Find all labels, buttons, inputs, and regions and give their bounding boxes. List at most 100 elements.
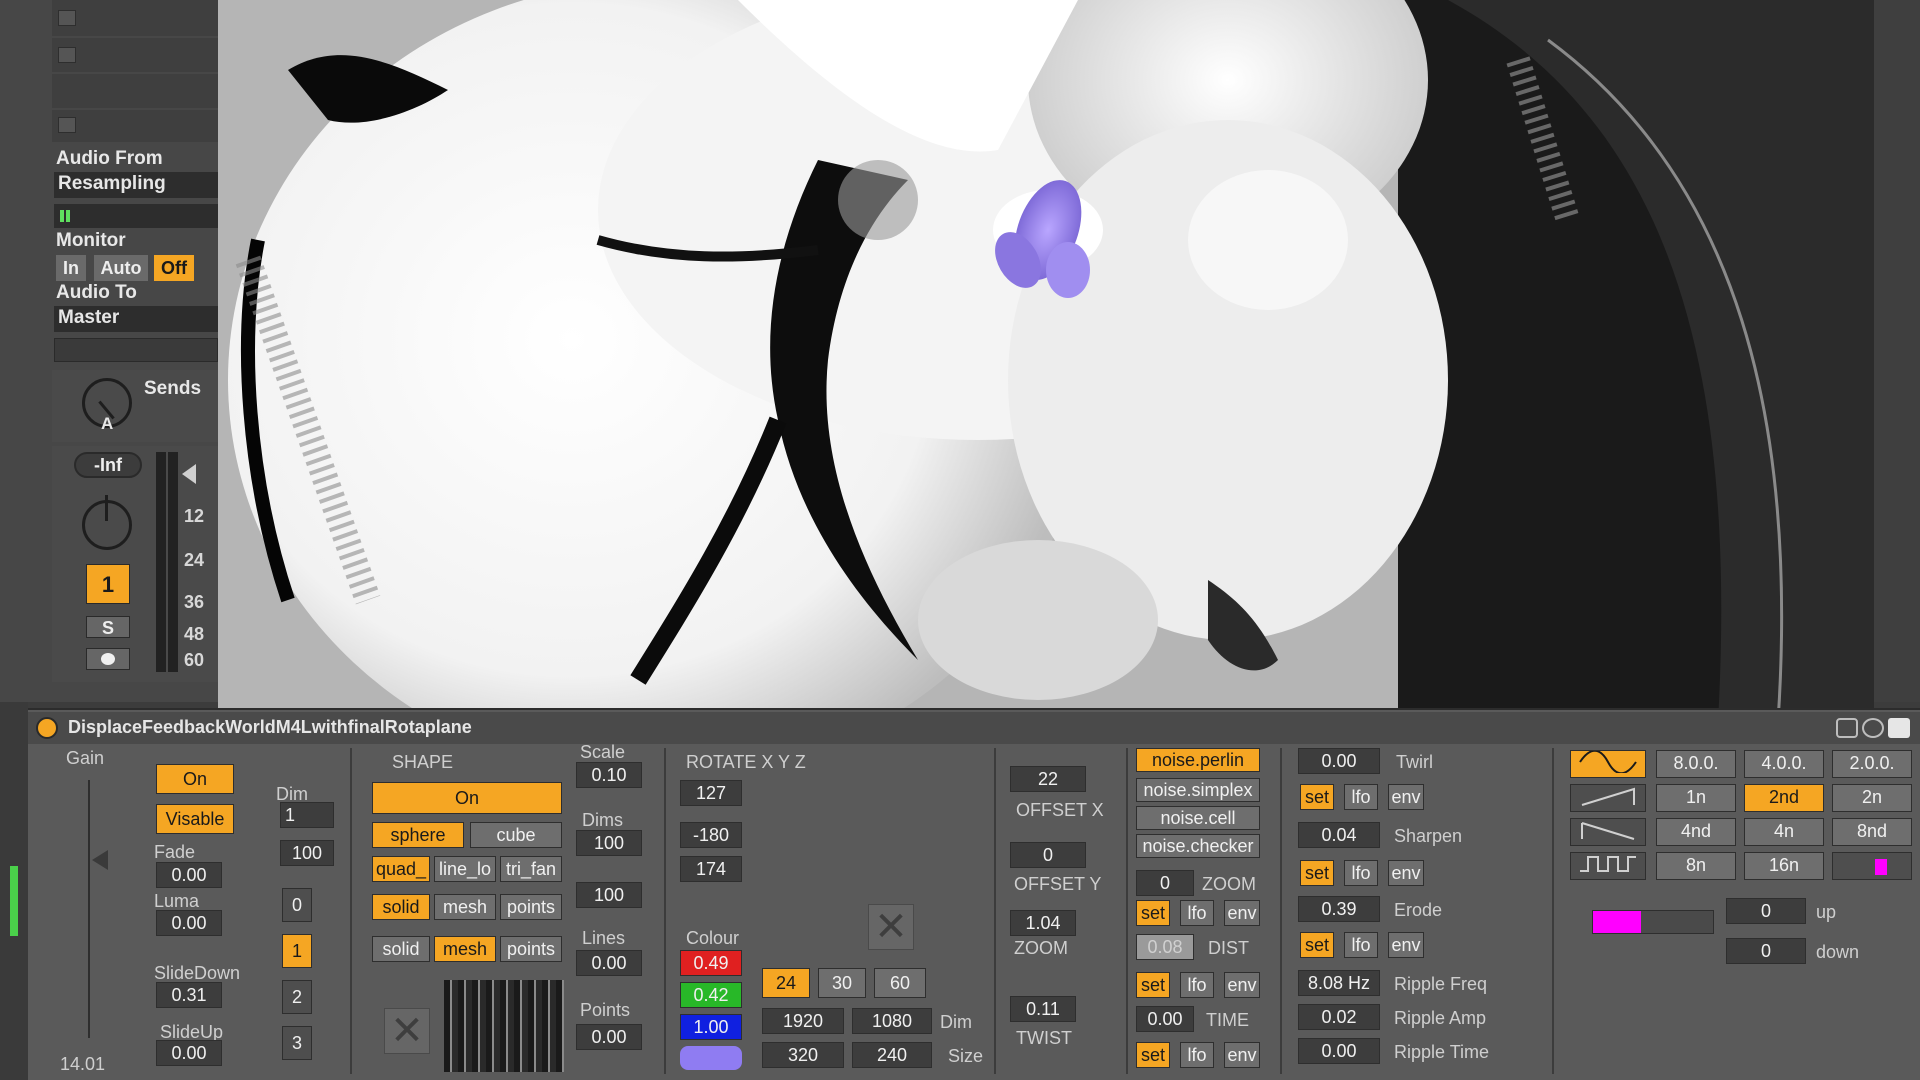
ramp-down-button[interactable] xyxy=(1570,818,1646,846)
up-value[interactable]: 0 xyxy=(1726,898,1806,924)
rotate-z-value[interactable]: 174 xyxy=(680,856,742,882)
rate-button[interactable]: 8n xyxy=(1656,852,1736,880)
size-width-value[interactable]: 320 xyxy=(762,1042,844,1068)
device-title[interactable]: DisplaceFeedbackWorldM4LwithfinalRotapla… xyxy=(68,717,472,738)
square-wave-button[interactable] xyxy=(1570,852,1646,880)
twirl-value[interactable]: 0.00 xyxy=(1298,748,1380,774)
dist-env-button[interactable]: env xyxy=(1224,972,1260,998)
erode-value[interactable]: 0.39 xyxy=(1298,896,1380,922)
slidedown-value[interactable]: 0.31 xyxy=(156,982,222,1008)
index-0-button[interactable]: 0 xyxy=(282,888,312,922)
video-output[interactable] xyxy=(218,0,1874,722)
gain-slider[interactable] xyxy=(88,780,90,1038)
dim-100-value[interactable]: 100 xyxy=(280,840,334,866)
index-3-button[interactable]: 3 xyxy=(282,1026,312,1060)
slideup-value[interactable]: 0.00 xyxy=(156,1040,222,1066)
ripple-time-value[interactable]: 0.00 xyxy=(1298,1038,1380,1064)
draw2-points-button[interactable]: points xyxy=(500,936,562,962)
noise-simplex-button[interactable]: noise.simplex xyxy=(1136,778,1260,802)
draw-points-button[interactable]: points xyxy=(500,894,562,920)
rate-button[interactable]: 4nd xyxy=(1656,818,1736,846)
luma-value[interactable]: 0.00 xyxy=(156,910,222,936)
rotate-x-value[interactable]: 127 xyxy=(680,780,742,806)
ramp-up-button[interactable] xyxy=(1570,784,1646,812)
sharpen-value[interactable]: 0.04 xyxy=(1298,822,1380,848)
colour-r-value[interactable]: 0.49 xyxy=(680,950,742,976)
rate-button[interactable]: 4.0.0. xyxy=(1744,750,1824,778)
rate-button[interactable]: 8.0.0. xyxy=(1656,750,1736,778)
zoom-value[interactable]: 1.04 xyxy=(1010,910,1076,936)
time-set-button[interactable]: set xyxy=(1136,1042,1170,1068)
zoom-set-button[interactable]: set xyxy=(1136,900,1170,926)
device-menu-icon[interactable] xyxy=(1888,718,1910,738)
points-value[interactable]: 0.00 xyxy=(576,1024,642,1050)
time-env-button[interactable]: env xyxy=(1224,1042,1260,1068)
save-preset-icon[interactable] xyxy=(1836,718,1858,738)
cube-button[interactable]: cube xyxy=(470,822,562,848)
on-button[interactable]: On xyxy=(156,764,234,794)
twist-value[interactable]: 0.11 xyxy=(1010,996,1076,1022)
scale-value[interactable]: 0.10 xyxy=(576,762,642,788)
rotate-y-value[interactable]: -180 xyxy=(680,822,742,848)
colour-g-value[interactable]: 0.42 xyxy=(680,982,742,1008)
solo-button[interactable]: S xyxy=(86,616,130,638)
tri-fan-button[interactable]: tri_fan xyxy=(500,856,562,882)
draw-mesh-button[interactable]: mesh xyxy=(434,894,496,920)
colour-b-value[interactable]: 1.00 xyxy=(680,1014,742,1040)
mixer-toggle[interactable] xyxy=(58,117,76,133)
size-height-value[interactable]: 240 xyxy=(852,1042,932,1068)
draw2-solid-button[interactable]: solid xyxy=(372,936,430,962)
zoom-env-button[interactable]: env xyxy=(1224,900,1260,926)
rate-button[interactable]: 16n xyxy=(1744,852,1824,880)
sine-wave-button[interactable] xyxy=(1570,749,1646,778)
dist-lfo-button[interactable]: lfo xyxy=(1180,972,1214,998)
hot-swap-icon[interactable] xyxy=(1862,718,1884,738)
index-2-button[interactable]: 2 xyxy=(282,980,312,1014)
offset-x-value[interactable]: 22 xyxy=(1010,766,1086,792)
fade-value[interactable]: 0.00 xyxy=(156,862,222,888)
rotate-reset-icon[interactable]: ✕ xyxy=(868,904,914,950)
index-1-button[interactable]: 1 xyxy=(282,934,312,968)
audio-to-dropdown[interactable]: Master xyxy=(54,306,218,332)
dim-width-value[interactable]: 1920 xyxy=(762,1008,844,1034)
zoom-lfo-button[interactable]: lfo xyxy=(1180,900,1214,926)
visable-button[interactable]: Visable xyxy=(156,804,234,834)
dim-height-value[interactable]: 1080 xyxy=(852,1008,932,1034)
rate-button[interactable]: 8nd xyxy=(1832,818,1912,846)
sharpen-set-button[interactable]: set xyxy=(1300,860,1334,886)
ripple-amp-value[interactable]: 0.02 xyxy=(1298,1004,1380,1030)
mixer-toggle[interactable] xyxy=(58,47,76,63)
sharpen-lfo-button[interactable]: lfo xyxy=(1344,860,1378,886)
volume-fader-icon[interactable] xyxy=(182,464,196,484)
colour-swatch[interactable] xyxy=(680,1046,742,1070)
device-power-icon[interactable] xyxy=(36,717,58,739)
sharpen-env-button[interactable]: env xyxy=(1388,860,1424,886)
dims-value[interactable]: 100 xyxy=(576,830,642,856)
track-activator-button[interactable]: 1 xyxy=(86,564,130,604)
fps-30-button[interactable]: 30 xyxy=(818,968,866,998)
erode-lfo-button[interactable]: lfo xyxy=(1344,932,1378,958)
rate-button[interactable]: 1n xyxy=(1656,784,1736,812)
erode-set-button[interactable]: set xyxy=(1300,932,1334,958)
quad-button[interactable]: quad_ xyxy=(372,856,430,882)
twirl-lfo-button[interactable]: lfo xyxy=(1344,784,1378,810)
gain-slider-handle-icon[interactable] xyxy=(92,850,108,870)
noise-checker-button[interactable]: noise.checker xyxy=(1136,834,1260,858)
noise-perlin-button[interactable]: noise.perlin xyxy=(1136,748,1260,772)
output-channel-field[interactable] xyxy=(54,338,218,362)
lines-value[interactable]: 0.00 xyxy=(576,950,642,976)
twirl-set-button[interactable]: set xyxy=(1300,784,1334,810)
rate-button[interactable]: 4n xyxy=(1744,818,1824,846)
noise-cell-button[interactable]: noise.cell xyxy=(1136,806,1260,830)
fps-24-button[interactable]: 24 xyxy=(762,968,810,998)
mixer-toggle[interactable] xyxy=(58,10,76,26)
dim-value[interactable]: 1 xyxy=(280,802,334,828)
twirl-env-button[interactable]: env xyxy=(1388,784,1424,810)
monitor-in-button[interactable]: In xyxy=(56,255,86,281)
pan-knob[interactable] xyxy=(82,495,132,550)
volume-readout[interactable]: -Inf xyxy=(74,452,142,478)
line-loop-button[interactable]: line_lo xyxy=(434,856,496,882)
down-value[interactable]: 0 xyxy=(1726,938,1806,964)
shape-clear-icon[interactable]: ✕ xyxy=(384,1008,430,1054)
rate-button[interactable]: 2.0.0. xyxy=(1832,750,1912,778)
